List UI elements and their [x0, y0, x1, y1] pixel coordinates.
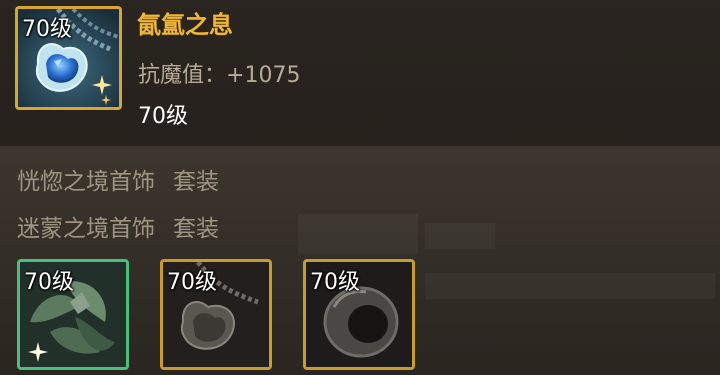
set-line-1: 恍惚之境首饰 套装: [17, 162, 219, 196]
set-item-1[interactable]: 70级: [17, 259, 129, 370]
set-line-2: 迷蒙之境首饰 套装: [17, 209, 219, 243]
set-item-level-badge: 70级: [310, 270, 360, 295]
set-suffix: 套装: [173, 216, 219, 242]
set-item-level-badge: 70级: [24, 270, 74, 295]
background-ghost-box: [298, 214, 418, 254]
stat-label: 抗魔值：: [138, 63, 227, 88]
set-item-3[interactable]: 70级: [303, 259, 415, 370]
set-name: 迷蒙之境首饰: [17, 216, 155, 242]
set-item-2[interactable]: 70级: [160, 259, 272, 370]
set-name: 恍惚之境首饰: [17, 169, 155, 195]
stat-value: +1075: [226, 63, 301, 88]
set-item-level-badge: 70级: [167, 270, 217, 295]
item-level: 70级: [138, 104, 188, 129]
item-level-badge: 70级: [22, 17, 72, 42]
background-ghost-text: [425, 223, 495, 249]
item-name: 氤氲之息: [137, 11, 233, 39]
background-ghost-line: [425, 273, 715, 299]
item-icon-necklace[interactable]: 70级: [15, 6, 122, 110]
set-suffix: 套装: [173, 169, 219, 195]
stat-line: 抗魔值：+1075: [138, 57, 300, 89]
